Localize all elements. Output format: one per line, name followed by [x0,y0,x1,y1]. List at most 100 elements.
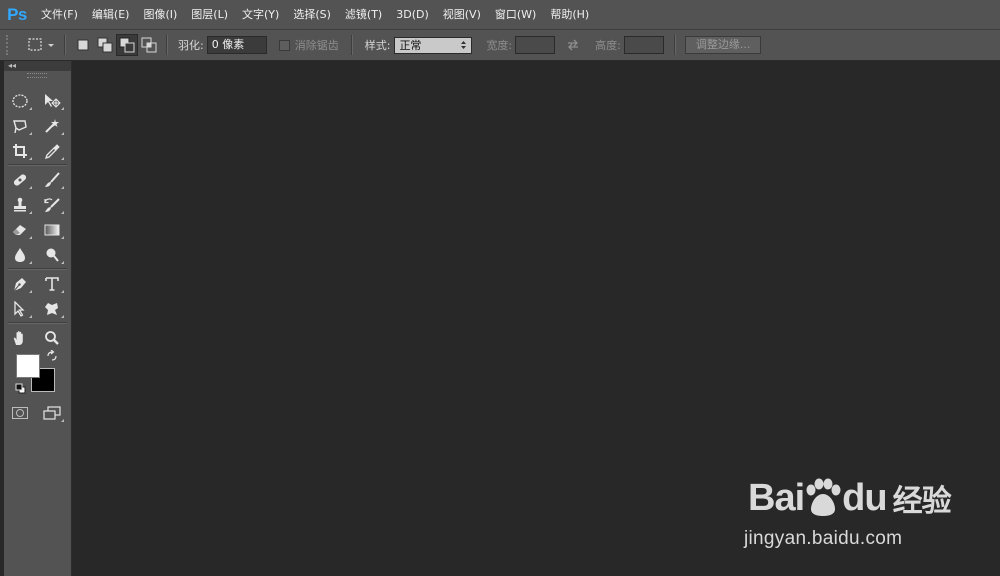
default-colors-icon[interactable] [15,383,26,394]
height-input[interactable] [623,36,664,54]
options-separator [350,35,353,55]
menu-select[interactable]: 选择(S) [286,0,338,29]
options-separator [673,35,676,55]
menu-bar: Ps 文件(F) 编辑(E) 图像(I) 图层(L) 文字(Y) 选择(S) 滤… [0,0,1000,29]
history-brush-icon [44,197,60,212]
watermark-url: jingyan.baidu.com [744,528,903,549]
swap-colors-icon[interactable] [46,350,58,362]
tool-row [4,113,71,138]
tool-row [4,88,71,113]
intersect-selection-button[interactable] [138,34,160,56]
tool-row [4,242,71,267]
swap-width-height-button[interactable] [555,34,591,56]
eraser-icon [13,224,26,235]
tool-row [4,217,71,242]
spot-healing-brush-icon [13,173,27,186]
pen-tool[interactable] [4,271,36,296]
magic-wand-tool[interactable] [36,113,68,138]
crop-icon [13,143,27,158]
style-select[interactable]: 正常 [394,36,473,54]
tools-separator [8,322,67,324]
menu-image[interactable]: 图像(I) [136,0,184,29]
tool-row [4,167,71,192]
options-separator [166,35,168,55]
width-label: 宽度: [486,39,513,52]
crop-tool[interactable] [4,138,36,163]
antialias-label: 消除锯齿 [294,39,339,52]
screen-mode-button[interactable] [36,400,68,425]
app-logo: Ps [7,4,27,24]
menu-type[interactable]: 文字(Y) [235,0,286,29]
menu-edit[interactable]: 编辑(E) [85,0,137,29]
custom-shape-tool[interactable] [36,296,68,321]
select-arrows-icon [461,41,467,49]
zoom-tool[interactable] [36,325,68,350]
menu-filter[interactable]: 滤镜(T) [338,0,389,29]
zoom-icon [45,330,59,345]
watermark-brand: Bai du 经验 [748,476,952,520]
new-selection-icon [77,39,89,51]
brush-tool[interactable] [36,167,68,192]
move-tool[interactable] [36,88,68,113]
dodge-tool[interactable] [36,242,68,267]
intersect-selection-icon [141,37,157,53]
polygonal-lasso-tool[interactable] [4,113,36,138]
tool-row [4,296,71,321]
path-selection-tool[interactable] [4,296,36,321]
tool-row [4,400,71,425]
spot-healing-brush-tool[interactable] [4,167,36,192]
add-to-selection-button[interactable] [94,34,116,56]
watermark-brand-suffix: du [842,476,887,519]
clone-stamp-tool[interactable] [4,192,36,217]
menu-window[interactable]: 窗口(W) [488,0,543,29]
new-selection-button[interactable] [72,34,94,56]
watermark-brand-text: Bai [748,476,805,519]
feather-label: 羽化: [178,39,204,52]
tool-row [4,192,71,217]
quick-mask-button[interactable] [4,400,36,425]
tool-row [4,271,71,296]
swap-arrows-icon [568,39,579,51]
menu-3d[interactable]: 3D(D) [389,0,436,29]
options-separator [64,35,66,55]
gradient-tool[interactable] [36,217,68,242]
subtract-from-selection-button[interactable] [116,34,138,56]
foreground-color-swatch[interactable] [16,354,40,378]
add-selection-icon [97,37,113,53]
type-tool[interactable] [36,271,68,296]
pen-icon [13,277,26,291]
collapse-panel-icon[interactable]: ◂◂ [8,61,16,71]
hand-tool[interactable] [4,325,36,350]
eraser-tool[interactable] [4,217,36,242]
elliptical-marquee-icon [12,93,28,108]
menu-layer[interactable]: 图层(L) [184,0,235,29]
path-selection-icon [14,300,25,317]
tools-panel-grip[interactable] [4,71,71,78]
tool-preset-picker[interactable] [24,34,58,56]
tools-panel: ◂◂ [4,61,72,576]
menu-help[interactable]: 帮助(H) [543,0,596,29]
quick-mask-icon [12,406,28,419]
blur-tool[interactable] [4,242,36,267]
move-icon [45,93,61,108]
baidu-paw-icon [806,478,841,516]
options-bar-grip[interactable] [6,35,14,55]
menu-view[interactable]: 视图(V) [436,0,488,29]
style-select-value: 正常 [399,38,422,52]
refine-edge-button[interactable]: 调整边缘... [684,36,762,54]
antialias-checkbox[interactable] [278,39,290,51]
elliptical-marquee-tool[interactable] [4,88,36,113]
options-bar: 羽化: 0 像素 消除锯齿 样式: 正常 宽度: 高度: 调整边缘... [0,29,1000,61]
blur-icon [15,247,25,262]
feather-input[interactable]: 0 像素 [206,36,267,54]
history-brush-tool[interactable] [36,192,68,217]
height-label: 高度: [595,39,621,52]
width-input[interactable] [515,36,556,54]
style-label: 样式: [364,39,391,52]
menu-file[interactable]: 文件(F) [34,0,85,29]
eyedropper-tool[interactable] [36,138,68,163]
screen-mode-icon [43,405,61,420]
clone-stamp-icon [14,197,26,211]
tools-separator [8,268,67,270]
brush-icon [45,171,60,187]
